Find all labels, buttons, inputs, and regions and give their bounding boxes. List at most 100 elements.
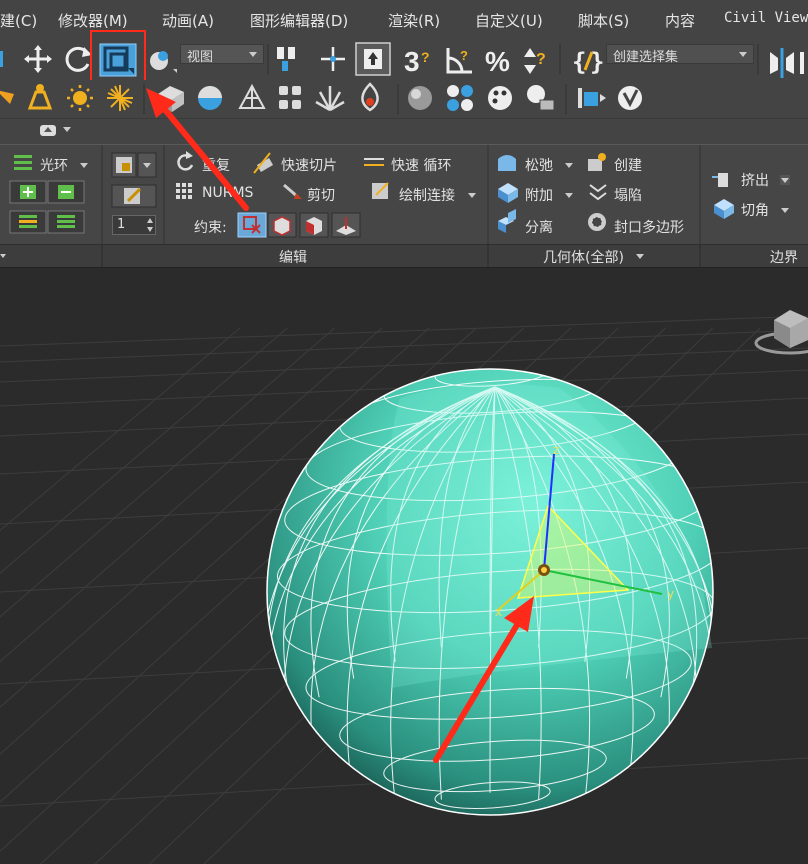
sun-light-icon[interactable]	[67, 85, 93, 111]
menu-customize[interactable]: 自定义(U)	[475, 10, 543, 31]
ring-button[interactable]	[9, 210, 47, 234]
chevron-down-icon[interactable]	[565, 193, 573, 198]
chevron-down-icon[interactable]	[80, 163, 88, 168]
attach-label[interactable]: 附加	[525, 185, 553, 205]
menu-modifiers[interactable]: 修改器(M)	[58, 10, 128, 31]
render-sphere-icon[interactable]	[408, 86, 432, 110]
geometry-panel-title[interactable]: 几何体(全部)	[543, 247, 624, 267]
tool-highlight-box	[90, 30, 146, 82]
grow-button[interactable]	[9, 180, 47, 204]
pivot-icon[interactable]	[277, 47, 295, 71]
tent-icon[interactable]	[238, 83, 266, 109]
iterations-spinner[interactable]: 1	[112, 215, 156, 235]
snap-toggle-icon[interactable]: 3	[404, 46, 420, 77]
cut-label[interactable]: 剪切	[307, 185, 335, 205]
chevron-down-icon[interactable]	[636, 254, 644, 259]
border-panel-title[interactable]: 边界	[770, 247, 798, 267]
chamfer-label[interactable]: 切角	[741, 200, 769, 220]
attach-icon[interactable]	[498, 183, 518, 203]
nurms-icon[interactable]	[176, 183, 192, 199]
relax-icon[interactable]	[498, 155, 516, 171]
material-sphere-icon[interactable]	[198, 86, 222, 110]
quickslice-icon[interactable]	[253, 152, 274, 174]
modeling-ribbon: 光环 1 重复 快速切片 快速 循环 NURMS 剪切 绘制连接 约束: 松弛 …	[0, 144, 808, 249]
collapse-label[interactable]: 塌陷	[614, 185, 642, 205]
cap-poly-icon[interactable]	[588, 213, 606, 231]
repeat-icon[interactable]	[177, 154, 194, 171]
menu-animation[interactable]: 动画(A)	[162, 10, 214, 31]
edit-panel-title[interactable]: 编辑	[279, 247, 307, 267]
nurms-label[interactable]: NURMS	[202, 185, 253, 201]
constraint-edge-button[interactable]	[267, 212, 297, 238]
render-frame-icon[interactable]	[578, 88, 606, 108]
constraint-none-button[interactable]	[237, 212, 267, 238]
create-icon[interactable]	[588, 153, 606, 171]
spinner-down-icon[interactable]	[147, 227, 153, 232]
perspective-viewport[interactable]: z y x	[0, 268, 808, 864]
extrude-label[interactable]: 挤出	[741, 170, 769, 190]
chevron-down-icon[interactable]	[781, 208, 789, 213]
swiftloop-label[interactable]: 快速 循环	[391, 155, 451, 175]
percent-snap-icon[interactable]: %	[485, 46, 510, 77]
swiftloop-icon[interactable]	[364, 158, 384, 166]
detach-icon[interactable]	[498, 209, 516, 233]
detach-label[interactable]: 分离	[525, 217, 553, 237]
spinner-up-icon[interactable]	[147, 218, 153, 223]
select-move-icon[interactable]	[24, 45, 52, 73]
link-icon[interactable]	[0, 51, 3, 67]
mirror-icon[interactable]	[770, 48, 794, 78]
manipulate-icon[interactable]	[321, 47, 345, 71]
loop-icon[interactable]	[14, 155, 32, 170]
render-setup-icon[interactable]	[527, 85, 555, 111]
select-place-icon[interactable]	[150, 51, 177, 73]
named-selection-icon[interactable]: { }	[572, 48, 604, 76]
named-selection-dropdown[interactable]: 创建选择集	[606, 44, 754, 65]
reference-coordinate-dropdown[interactable]: 视图	[180, 44, 264, 65]
fire-effect-icon[interactable]	[361, 82, 379, 112]
particles-icon[interactable]	[279, 86, 301, 109]
menu-rendering[interactable]: 渲染(R)	[388, 10, 440, 31]
menu-content[interactable]: 内容	[665, 10, 695, 31]
spotlight-icon[interactable]	[0, 90, 14, 104]
bulb-light-icon[interactable]	[27, 84, 53, 110]
constraint-face-button[interactable]	[299, 212, 329, 238]
paint-connect-label[interactable]: 绘制连接	[399, 185, 455, 205]
loop-label[interactable]: 光环	[40, 155, 68, 175]
chevron-down-icon[interactable]	[468, 193, 476, 198]
chevron-down-icon[interactable]	[0, 254, 6, 258]
skylight-icon[interactable]	[107, 85, 133, 111]
angle-snap-icon[interactable]: ?	[446, 48, 472, 74]
preserve-uv-button[interactable]	[111, 152, 137, 178]
menu-graph-editors[interactable]: 图形编辑器(D)	[250, 10, 348, 31]
paint-connect-icon[interactable]	[372, 182, 389, 199]
chevron-down-icon[interactable]	[63, 127, 71, 132]
constraint-normal-button[interactable]	[331, 212, 361, 238]
grass-icon[interactable]	[315, 86, 345, 112]
vray-icon[interactable]	[618, 86, 642, 110]
chevron-down-icon[interactable]	[565, 163, 573, 168]
chamfer-icon[interactable]	[714, 199, 734, 219]
menu-civil-view[interactable]: Civil View	[724, 10, 808, 26]
cap-poly-label[interactable]: 封口多边形	[614, 217, 684, 237]
material-editor-icon[interactable]	[447, 85, 473, 111]
box-object-icon[interactable]	[158, 86, 184, 112]
menu-create[interactable]: 建(C)	[0, 10, 37, 31]
cut-icon[interactable]	[283, 183, 302, 199]
repeat-label[interactable]: 重复	[202, 155, 230, 175]
loop-button[interactable]	[47, 210, 85, 234]
palette-icon[interactable]	[488, 86, 512, 110]
shrink-button[interactable]	[47, 180, 85, 204]
keyboard-override-icon[interactable]	[355, 42, 391, 76]
menu-scripting[interactable]: 脚本(S)	[578, 10, 629, 31]
collapse-icon[interactable]	[589, 184, 607, 201]
paint-deform-button[interactable]	[111, 184, 157, 208]
extrude-icon[interactable]	[712, 173, 728, 187]
select-rotate-icon[interactable]	[65, 46, 92, 72]
ribbon-toggle-icon[interactable]	[40, 125, 56, 136]
quickslice-label[interactable]: 快速切片	[281, 155, 337, 175]
spinner-snap-icon[interactable]: ?	[524, 48, 546, 74]
create-label[interactable]: 创建	[614, 155, 642, 175]
align-icon[interactable]	[800, 52, 804, 74]
relax-label[interactable]: 松弛	[525, 155, 553, 175]
sphere-object[interactable]	[261, 355, 726, 816]
